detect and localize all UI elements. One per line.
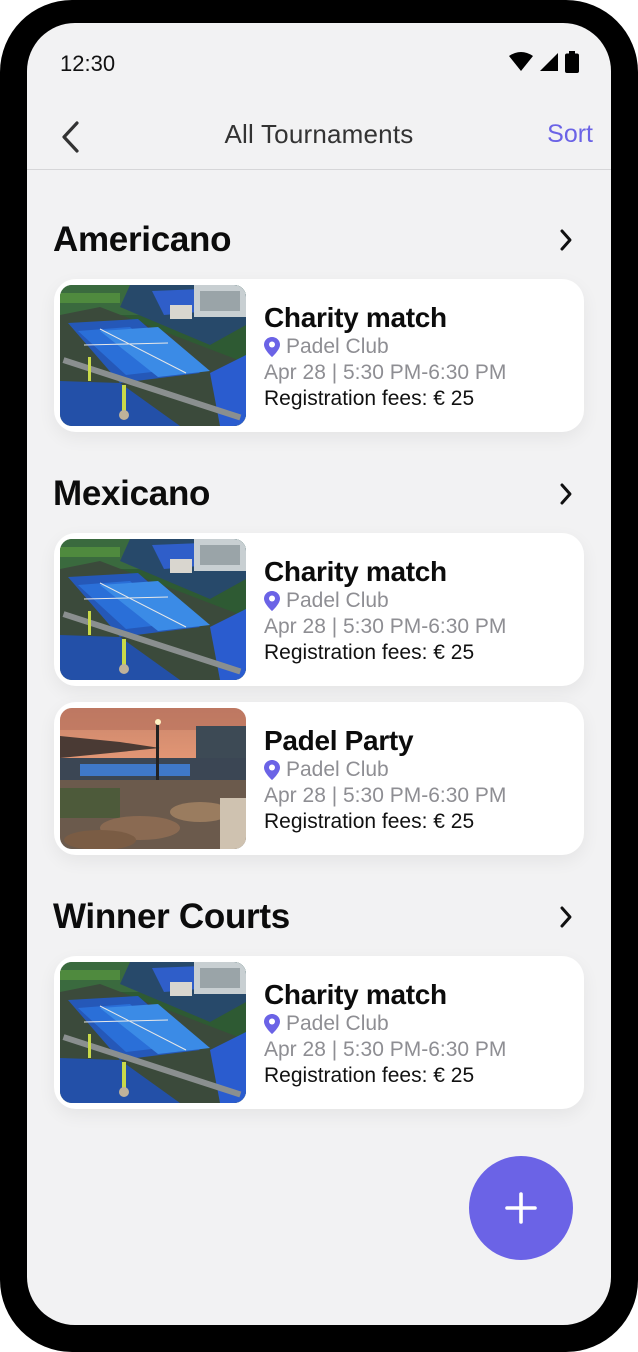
tournament-thumbnail bbox=[60, 962, 246, 1103]
tournament-fee: Registration fees: € 25 bbox=[264, 387, 475, 410]
location-pin-icon bbox=[264, 337, 280, 357]
tournament-location: Padel Club bbox=[264, 1011, 506, 1037]
tournament-title: Charity match bbox=[264, 556, 447, 587]
tournament-info: Charity match Padel Club Apr 28 | 5:30 P… bbox=[264, 301, 506, 412]
section-more-button[interactable] bbox=[552, 903, 580, 931]
tournament-location: Padel Club bbox=[264, 757, 506, 783]
signal-icon bbox=[539, 52, 559, 77]
status-bar: 12:30 bbox=[27, 23, 611, 103]
location-pin-icon bbox=[264, 1014, 280, 1034]
chevron-right-icon bbox=[560, 483, 572, 505]
tournament-card[interactable]: Charity match Padel Club Apr 28 | 5:30 P… bbox=[54, 279, 584, 432]
section-more-button[interactable] bbox=[552, 480, 580, 508]
section-title: Americano bbox=[53, 220, 232, 259]
tournament-datetime: Apr 28 | 5:30 PM-6:30 PM bbox=[264, 615, 507, 638]
tournament-info: Charity match Padel Club Apr 28 | 5:30 P… bbox=[264, 978, 506, 1089]
location-label: Padel Club bbox=[286, 335, 389, 358]
wifi-icon bbox=[509, 52, 533, 77]
chevron-right-icon bbox=[560, 906, 572, 928]
section-title: Mexicano bbox=[53, 474, 211, 513]
tournament-fee: Registration fees: € 25 bbox=[264, 1064, 475, 1087]
location-pin-icon bbox=[264, 760, 280, 780]
location-label: Padel Club bbox=[286, 589, 389, 612]
phone-frame: 12:30 All Tournaments Sort Americano Cha… bbox=[0, 0, 638, 1352]
location-label: Padel Club bbox=[286, 1012, 389, 1035]
tournament-info: Padel Party Padel Club Apr 28 | 5:30 PM-… bbox=[264, 724, 506, 835]
tournament-card[interactable]: Padel Party Padel Club Apr 28 | 5:30 PM-… bbox=[54, 702, 584, 855]
sort-button[interactable]: Sort bbox=[547, 120, 593, 149]
location-pin-icon bbox=[264, 591, 280, 611]
tournament-datetime: Apr 28 | 5:30 PM-6:30 PM bbox=[264, 361, 507, 384]
navigation-bar: All Tournaments Sort bbox=[27, 103, 611, 170]
chevron-right-icon bbox=[560, 229, 572, 251]
tournament-thumbnail bbox=[60, 708, 246, 849]
tournament-fee: Registration fees: € 25 bbox=[264, 641, 475, 664]
status-time: 12:30 bbox=[60, 51, 116, 76]
page-title: All Tournaments bbox=[224, 119, 414, 149]
tournament-datetime: Apr 28 | 5:30 PM-6:30 PM bbox=[264, 1038, 507, 1061]
tournament-location: Padel Club bbox=[264, 588, 506, 614]
tournament-title: Padel Party bbox=[264, 725, 414, 756]
tournament-card[interactable]: Charity match Padel Club Apr 28 | 5:30 P… bbox=[54, 956, 584, 1109]
section-title: Winner Courts bbox=[53, 897, 290, 936]
location-label: Padel Club bbox=[286, 758, 389, 781]
tournament-location: Padel Club bbox=[264, 334, 506, 360]
battery-icon bbox=[565, 51, 579, 78]
status-icons bbox=[509, 51, 579, 78]
tournament-thumbnail bbox=[60, 285, 246, 426]
tournament-title: Charity match bbox=[264, 302, 447, 333]
add-tournament-button[interactable] bbox=[469, 1156, 573, 1260]
plus-icon bbox=[505, 1192, 537, 1224]
tournament-datetime: Apr 28 | 5:30 PM-6:30 PM bbox=[264, 784, 507, 807]
tournament-thumbnail bbox=[60, 539, 246, 680]
tournament-info: Charity match Padel Club Apr 28 | 5:30 P… bbox=[264, 555, 506, 666]
tournament-fee: Registration fees: € 25 bbox=[264, 810, 475, 833]
tournament-card[interactable]: Charity match Padel Club Apr 28 | 5:30 P… bbox=[54, 533, 584, 686]
app-screen: 12:30 All Tournaments Sort Americano Cha… bbox=[27, 23, 611, 1325]
section-more-button[interactable] bbox=[552, 226, 580, 254]
tournament-title: Charity match bbox=[264, 979, 447, 1010]
